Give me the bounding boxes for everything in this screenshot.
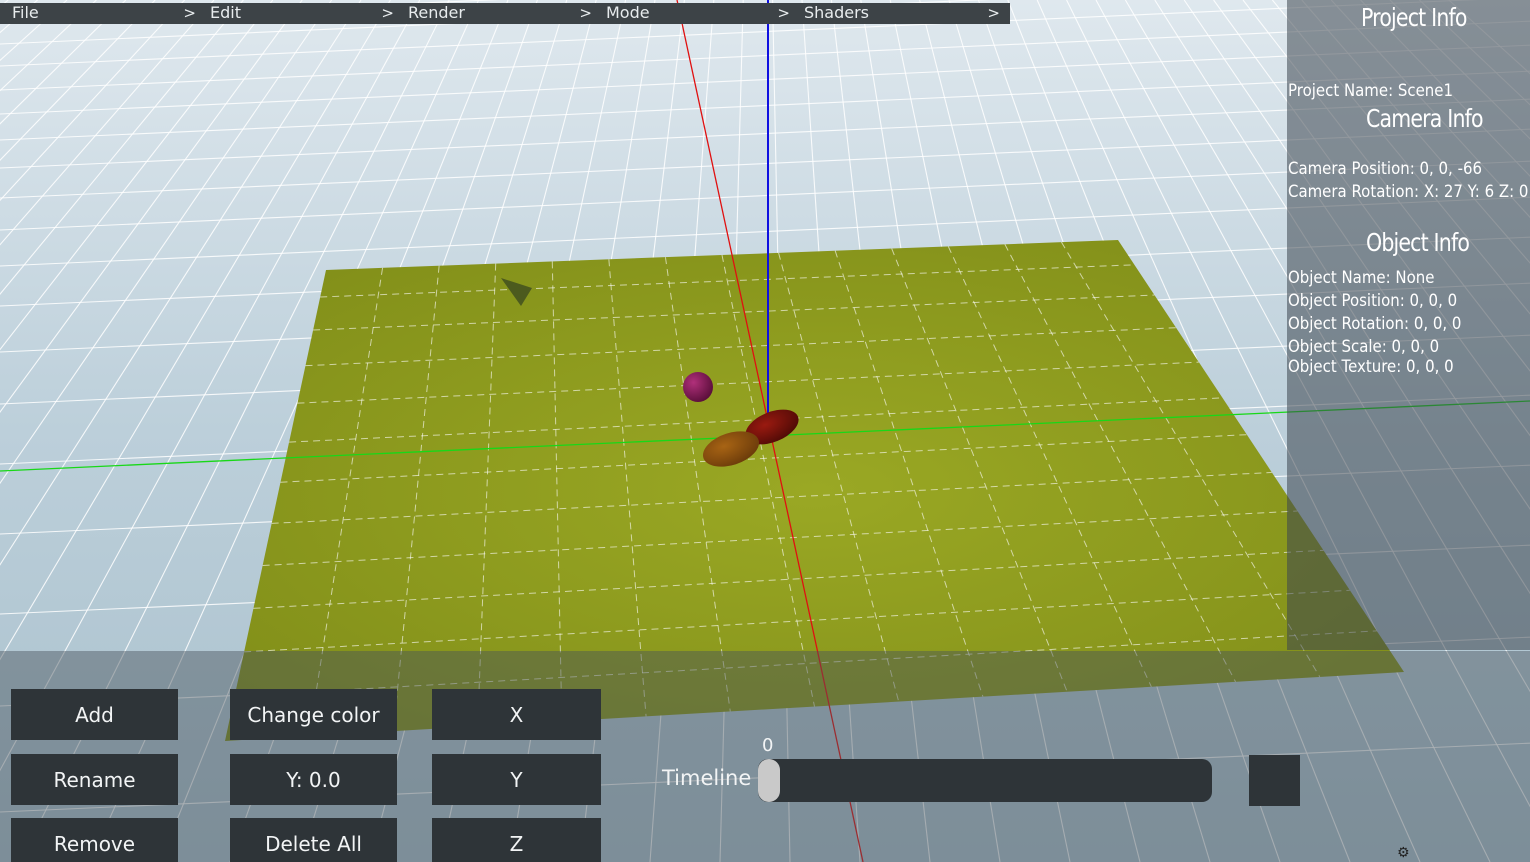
menu-bar: File > Edit > Render > Mode > Shaders > <box>0 3 1010 25</box>
menu-render-label: Render <box>408 3 465 22</box>
object-scale: Object Scale: 0, 0, 0 <box>1288 337 1440 357</box>
chevron-right-icon: > <box>777 4 790 22</box>
menu-file-label: File <box>12 3 39 22</box>
y-value-field[interactable]: Y: 0.0 <box>230 754 397 805</box>
object-rotation: Object Rotation: 0, 0, 0 <box>1288 314 1462 334</box>
play-button[interactable] <box>1249 755 1300 806</box>
chevron-right-icon: > <box>987 4 1000 22</box>
gear-icon: ⚙ <box>1397 845 1410 861</box>
menu-render[interactable]: Render > <box>396 3 594 24</box>
menu-mode[interactable]: Mode > <box>594 3 792 24</box>
info-panel: Project Info Project Name: Scene1 Camera… <box>1287 0 1530 650</box>
menu-edit-label: Edit <box>210 3 241 22</box>
timeline-value: 0 <box>762 735 774 756</box>
chevron-right-icon: > <box>381 4 394 22</box>
timeline-slider-handle[interactable] <box>758 759 780 802</box>
z-button[interactable]: Z <box>432 818 601 862</box>
menu-shaders-label: Shaders <box>804 3 870 22</box>
x-button[interactable]: X <box>432 689 601 740</box>
rename-button[interactable]: Rename <box>11 754 178 805</box>
object-position: Object Position: 0, 0, 0 <box>1288 291 1458 311</box>
menu-shaders[interactable]: Shaders > <box>792 3 1010 24</box>
object-name: Object Name: None <box>1288 268 1435 288</box>
menu-edit[interactable]: Edit > <box>198 3 396 24</box>
project-info-title: Project Info <box>1361 3 1467 32</box>
add-button[interactable]: Add <box>11 689 178 740</box>
object-texture: Object Texture: 0, 0, 0 <box>1288 357 1454 377</box>
y-button[interactable]: Y <box>432 754 601 805</box>
chevron-right-icon: > <box>579 4 592 22</box>
chevron-right-icon: > <box>183 4 196 22</box>
delete-all-button[interactable]: Delete All <box>230 818 397 862</box>
menu-file[interactable]: File > <box>0 3 198 24</box>
camera-rotation: Camera Rotation: X: 27 Y: 6 Z: 0 <box>1288 182 1529 202</box>
camera-position: Camera Position: 0, 0, -66 <box>1288 159 1482 179</box>
change-color-button[interactable]: Change color <box>230 689 397 740</box>
timeline-slider[interactable] <box>758 759 1212 802</box>
menu-mode-label: Mode <box>606 3 650 22</box>
object-info-title: Object Info <box>1366 228 1470 257</box>
sphere-object[interactable] <box>683 372 713 402</box>
timeline-label: Timeline <box>662 766 752 790</box>
camera-info-title: Camera Info <box>1366 104 1484 133</box>
remove-button[interactable]: Remove <box>11 818 178 862</box>
project-name: Project Name: Scene1 <box>1288 81 1453 101</box>
